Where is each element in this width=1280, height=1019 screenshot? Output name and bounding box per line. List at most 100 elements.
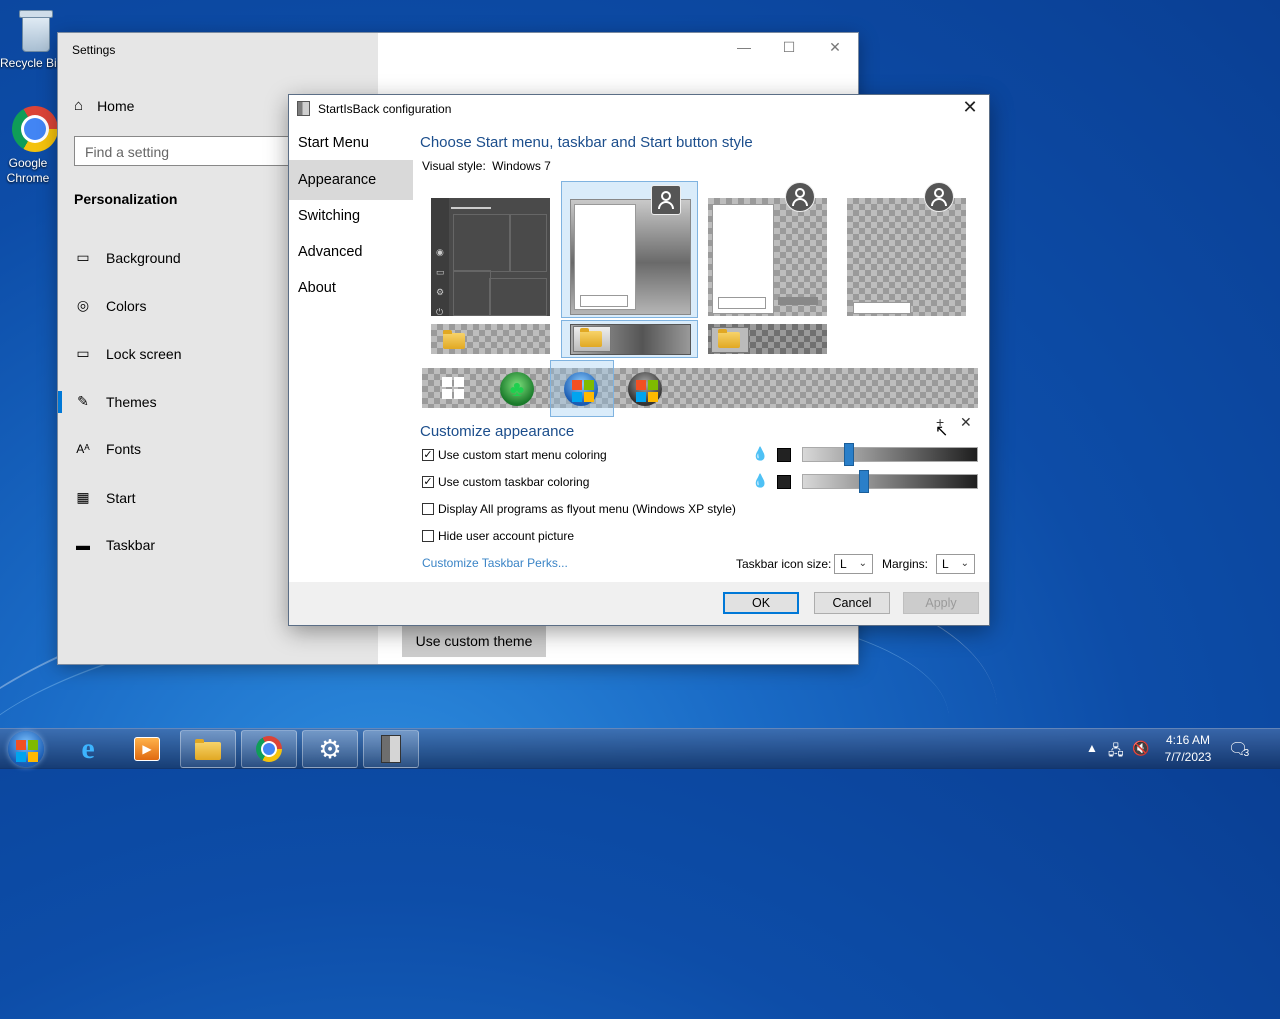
thumb-tile xyxy=(489,278,547,316)
taskbar-media-player[interactable]: ▶ xyxy=(119,730,175,768)
orb-dark[interactable] xyxy=(628,372,662,406)
nav-label: Colors xyxy=(106,297,147,314)
clock[interactable]: 4:16 AM 7/7/2023 xyxy=(1160,732,1216,772)
option-custom-taskbar-coloring[interactable]: ✓ Use custom taskbar coloring xyxy=(422,475,589,489)
clover-icon: ♣ xyxy=(509,376,525,401)
user-icon xyxy=(785,182,815,212)
nav-item-themes[interactable]: ✎ Themes xyxy=(74,393,156,410)
brush-icon: ✎ xyxy=(77,393,89,409)
checkbox-icon[interactable] xyxy=(422,530,434,542)
nav-label: Background xyxy=(106,249,181,266)
taskbar-internet-explorer[interactable]: e xyxy=(60,730,116,768)
option-label: Hide user account picture xyxy=(438,529,575,543)
taskbar-intensity-slider[interactable] xyxy=(802,470,978,493)
find-setting-input[interactable]: Find a setting xyxy=(74,136,298,166)
orb-windows10[interactable] xyxy=(437,372,467,402)
nav-item-taskbar[interactable]: ▬ Taskbar xyxy=(74,537,155,553)
tab-start-menu[interactable]: Start Menu xyxy=(289,123,413,163)
start-icon: ▦ xyxy=(76,489,90,505)
style-thumb-windows7-selected[interactable] xyxy=(561,181,698,318)
remove-orb-icon[interactable]: ✕ xyxy=(960,414,972,431)
slider-thumb[interactable] xyxy=(844,443,854,466)
tab-advanced[interactable]: Advanced xyxy=(289,232,413,272)
taskbar-startisback[interactable] xyxy=(363,730,419,768)
network-icon[interactable]: 🖧 xyxy=(1108,740,1124,780)
apply-button[interactable]: Apply xyxy=(903,592,979,614)
style-thumb-transparent[interactable] xyxy=(847,198,966,316)
dialog-titlebar: StartIsBack configuration ✕ xyxy=(289,95,989,123)
tab-appearance[interactable]: Appearance xyxy=(289,160,413,200)
ok-button[interactable]: OK xyxy=(723,592,799,614)
taskbar-chrome[interactable] xyxy=(241,730,297,768)
clock-time: 4:16 AM xyxy=(1165,733,1211,747)
taskbar-file-explorer[interactable] xyxy=(180,730,236,768)
customize-taskbar-perks-link[interactable]: Customize Taskbar Perks... xyxy=(422,556,568,570)
style-thumb-plain[interactable] xyxy=(708,198,827,316)
checkbox-checked-icon[interactable]: ✓ xyxy=(422,476,434,488)
style-thumb-windows10[interactable]: ◉ ▭ ⚙ ⏻ xyxy=(431,198,550,317)
orb-clover[interactable]: ♣ xyxy=(500,372,534,406)
option-flyout-all-programs[interactable]: Display All programs as flyout menu (Win… xyxy=(422,502,736,516)
maximize-button[interactable]: ☐ xyxy=(779,39,799,56)
thumb-search xyxy=(718,297,766,309)
dialog-sidebar: Start Menu Appearance Switching Advanced… xyxy=(289,123,413,582)
start-menu-intensity-slider[interactable] xyxy=(802,443,978,466)
dialog-close-button[interactable]: ✕ xyxy=(959,97,981,118)
folder-icon xyxy=(195,739,221,760)
thumb-side-icons: ◉ ▭ ⚙ ⏻ xyxy=(436,247,445,317)
nav-item-background[interactable]: ▭ Background xyxy=(74,249,181,266)
palette-icon: ◎ xyxy=(76,297,90,313)
cancel-button[interactable]: Cancel xyxy=(814,592,890,614)
recycle-bin-label: Recycle Bin xyxy=(0,56,58,70)
transparency-drop-icon[interactable]: 💧 xyxy=(752,474,768,488)
chrome-icon xyxy=(12,106,58,152)
visual-style-label: Visual style: xyxy=(422,159,486,173)
checkbox-checked-icon[interactable]: ✓ xyxy=(422,449,434,461)
nav-item-colors[interactable]: ◎ Colors xyxy=(74,297,147,314)
margins-value: L xyxy=(942,557,949,571)
taskbar-style-thumb-1[interactable] xyxy=(431,324,550,354)
windows7-logo-icon xyxy=(636,380,658,402)
taskbar-style-thumb-2-selected[interactable] xyxy=(561,320,698,358)
taskbar-color-swatch[interactable] xyxy=(777,475,791,489)
tab-about[interactable]: About xyxy=(289,268,413,308)
user-icon xyxy=(924,182,954,212)
dialog-button-bar: OK Cancel Apply xyxy=(289,582,989,625)
margins-select[interactable]: L ⌄ xyxy=(936,554,975,574)
close-button[interactable]: ✕ xyxy=(825,39,845,56)
recycle-bin-icon xyxy=(16,8,54,52)
nav-item-lock-screen[interactable]: ▭ Lock screen xyxy=(74,345,181,362)
taskbar-settings[interactable]: ⚙ xyxy=(302,730,358,768)
slider-thumb[interactable] xyxy=(859,470,869,493)
checkbox-icon[interactable] xyxy=(422,503,434,515)
orb-windows7[interactable] xyxy=(564,372,598,406)
settings-home-link[interactable]: ⌂ Home xyxy=(74,97,134,114)
show-hidden-icons[interactable]: ▲ xyxy=(1086,741,1098,781)
volume-muted-icon[interactable]: 🔇 xyxy=(1132,740,1149,780)
option-hide-user-picture[interactable]: Hide user account picture xyxy=(422,529,574,543)
minimize-button[interactable]: — xyxy=(734,39,754,55)
windows-logo-icon xyxy=(16,740,38,762)
chevron-down-icon: ⌄ xyxy=(858,558,867,569)
start-button[interactable] xyxy=(8,731,44,767)
nav-item-fonts[interactable]: Aᴬ Fonts xyxy=(74,441,141,457)
picture-icon: ▭ xyxy=(76,249,90,265)
icon-size-select[interactable]: L ⌄ xyxy=(834,554,873,574)
option-custom-start-menu-coloring[interactable]: ✓ Use custom start menu coloring xyxy=(422,448,607,462)
notifications-button[interactable]: 🗨 3 xyxy=(1228,739,1257,779)
nav-item-start[interactable]: ▦ Start xyxy=(74,489,136,506)
settings-title: Settings xyxy=(72,43,116,57)
use-custom-theme-button[interactable]: Use custom theme xyxy=(402,625,546,657)
taskbar-icon: ▬ xyxy=(76,537,90,553)
tab-switching[interactable]: Switching xyxy=(289,196,413,236)
taskbar-style-thumb-3[interactable] xyxy=(708,324,827,354)
notification-count: 3 xyxy=(1243,748,1250,759)
option-label: Display All programs as flyout menu (Win… xyxy=(438,502,736,516)
start-menu-color-swatch[interactable] xyxy=(777,448,791,462)
nav-label: Start xyxy=(106,489,136,506)
transparency-drop-icon[interactable]: 💧 xyxy=(752,447,768,461)
nav-label: Taskbar xyxy=(106,537,156,553)
gear-icon: ⚙ xyxy=(318,733,342,764)
taskbar: e ▶ ⚙ ▲ 🖧 🔇 4:16 AM 7/7/2023 🗨 3 xyxy=(0,728,1280,769)
personalization-heading: Personalization xyxy=(74,191,178,207)
